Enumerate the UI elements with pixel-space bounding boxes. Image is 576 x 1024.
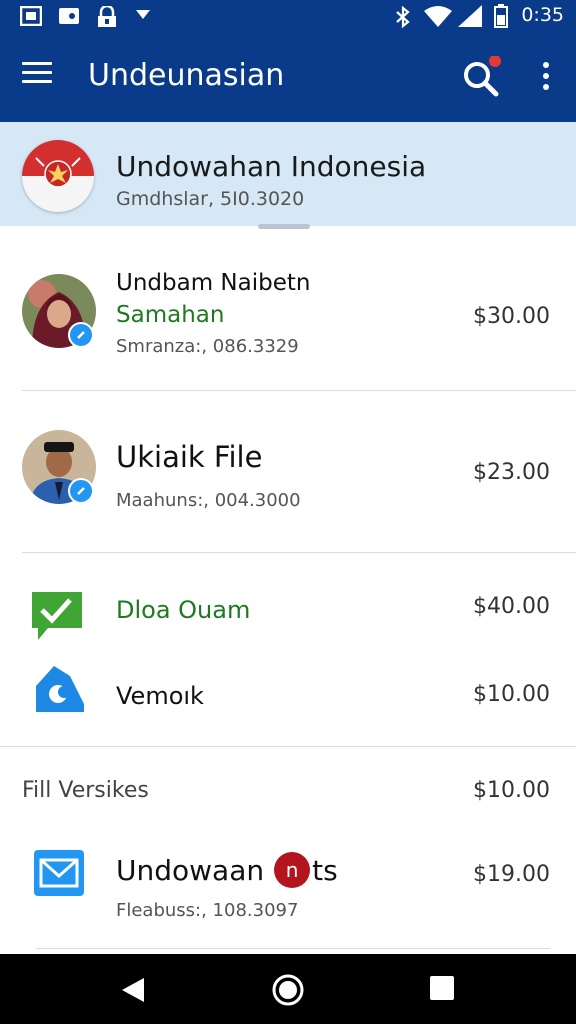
list-item[interactable]: Vemoık $10.00: [0, 650, 576, 740]
back-button[interactable]: [118, 974, 150, 1006]
header-card[interactable]: Undowahan Indonesia Gmdhslar, 5I0.3020: [0, 122, 576, 226]
more-options-button[interactable]: [534, 62, 558, 96]
screen: 0:35 Undeunasian Undowahan Indonesia Gmd…: [0, 0, 576, 1024]
mail-icon: [34, 850, 84, 896]
recents-icon: [430, 976, 454, 1000]
list-item[interactable]: Undbam Naibetn Samahan Smranza:, 086.332…: [0, 240, 576, 390]
home-icon: [272, 974, 304, 1006]
app-title: Undeunasian: [88, 58, 285, 93]
indonesia-flag-icon: [22, 140, 94, 212]
item-title: Fill Versikes: [22, 778, 149, 803]
clock: 0:35: [521, 4, 564, 26]
item-title: Undbam Naibetn: [116, 270, 311, 296]
divider: [22, 390, 576, 391]
list-item[interactable]: Ukiaik File Maahuns:, 004.3000 $23.00: [0, 392, 576, 552]
item-title-text: Undowaan: [116, 853, 265, 887]
item-price: $23.00: [473, 460, 550, 485]
sim-icon: [20, 6, 42, 26]
search-icon: [464, 55, 501, 97]
item-secondary: Samahan: [116, 302, 225, 328]
item-title: Vemoık: [116, 682, 204, 710]
item-price: $10.00: [473, 682, 550, 707]
recents-button[interactable]: [428, 974, 460, 1006]
list-item[interactable]: Dloa Ouam $40.00: [0, 560, 576, 648]
verified-badge: [68, 322, 94, 348]
list-item[interactable]: Fill Versikes $10.00: [0, 748, 576, 828]
wifi-icon: [424, 6, 452, 27]
menu-icon: [22, 62, 52, 83]
more-icon: [534, 62, 558, 90]
item-meta: Maahuns:, 004.3000: [116, 490, 301, 511]
header-title: Undowahan Indonesia: [116, 150, 427, 183]
back-icon: [122, 978, 144, 1002]
navigation-bar: [0, 954, 576, 1024]
item-title-suffix: ts: [312, 853, 338, 887]
home-button[interactable]: [270, 972, 306, 1008]
item-title-badge: n: [274, 852, 311, 888]
item-price: $30.00: [473, 304, 550, 329]
item-meta: Smranza:, 086.3329: [116, 336, 299, 357]
divider: [22, 552, 576, 553]
flag-avatar: [22, 140, 94, 212]
photo-icon: [59, 8, 79, 24]
item-price: $10.00: [473, 778, 550, 803]
divider: [0, 746, 576, 747]
item-price: $19.00: [473, 862, 550, 887]
list-item[interactable]: Undowaan n ts Fleabuss:, 108.3097 $19.00: [0, 830, 576, 950]
search-button[interactable]: [460, 55, 504, 100]
pin-icon: [77, 487, 85, 495]
bluetooth-icon: [396, 6, 410, 28]
lock-icon: [98, 6, 116, 27]
notification-dot: [489, 55, 501, 67]
app-bar: Undeunasian: [0, 32, 576, 122]
item-title: Undowaan n ts: [116, 852, 338, 888]
cloud-icon: [36, 666, 84, 712]
pin-icon: [77, 331, 85, 339]
item-meta: Fleabuss:, 108.3097: [116, 900, 299, 921]
item-price: $40.00: [473, 594, 550, 619]
battery-icon: [494, 4, 508, 28]
verified-badge: [68, 478, 94, 504]
header-subtitle: Gmdhslar, 5I0.3020: [116, 188, 305, 210]
item-title: Dloa Ouam: [116, 596, 251, 624]
divider: [36, 948, 550, 949]
signal-icon: [458, 5, 482, 27]
menu-button[interactable]: [22, 62, 52, 90]
status-bar: 0:35: [0, 0, 576, 32]
dropdown-icon: [136, 10, 150, 19]
check-message-icon: [32, 592, 82, 640]
drag-handle[interactable]: [258, 224, 310, 229]
item-title: Ukiaik File: [116, 440, 263, 474]
